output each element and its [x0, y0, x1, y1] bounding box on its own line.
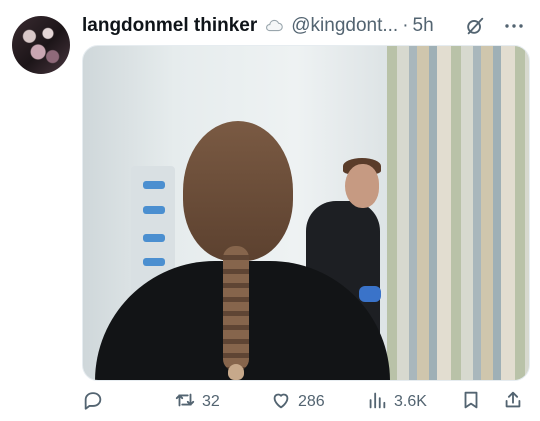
media-blue-glove [359, 286, 381, 302]
author-avatar[interactable] [12, 16, 70, 74]
media-blue-item [143, 181, 165, 189]
media-blue-item [143, 234, 165, 242]
heart-icon [270, 389, 292, 416]
media-person-foreground-head [183, 121, 293, 261]
grok-icon[interactable] [464, 15, 486, 37]
reply-icon [82, 389, 104, 416]
more-options-icon[interactable] [502, 14, 526, 38]
post-timestamp[interactable]: 5h [413, 15, 434, 37]
share-icon [502, 389, 524, 416]
media-blue-item [143, 206, 165, 214]
like-button[interactable]: 286 [270, 388, 325, 416]
author-handle[interactable]: @kingdont... [291, 15, 398, 37]
views-count: 3.6K [394, 393, 427, 410]
media-braid [223, 246, 249, 371]
bookmark-icon [460, 389, 482, 416]
tweet-header: langdonmel thinker @kingdont... · 5h [82, 12, 526, 40]
post-media-image[interactable] [82, 45, 530, 381]
author-display-name[interactable]: langdonmel thinker [82, 15, 257, 37]
share-button[interactable] [502, 388, 524, 416]
reply-button[interactable] [82, 388, 104, 416]
views-icon [366, 389, 388, 416]
repost-count: 32 [202, 393, 220, 410]
media-curtain [387, 46, 529, 380]
media-person-head [345, 164, 379, 208]
repost-icon [174, 389, 196, 416]
separator-dot: · [402, 15, 409, 36]
media-braid-tip [228, 364, 244, 380]
bookmark-button[interactable] [460, 388, 482, 416]
media-blue-item [143, 258, 165, 266]
views-button[interactable]: 3.6K [366, 388, 427, 416]
repost-button[interactable]: 32 [174, 388, 220, 416]
cloud-badge-icon [263, 15, 285, 37]
tweet-action-bar: 32 286 3.6K [82, 388, 528, 416]
like-count: 286 [298, 393, 325, 410]
